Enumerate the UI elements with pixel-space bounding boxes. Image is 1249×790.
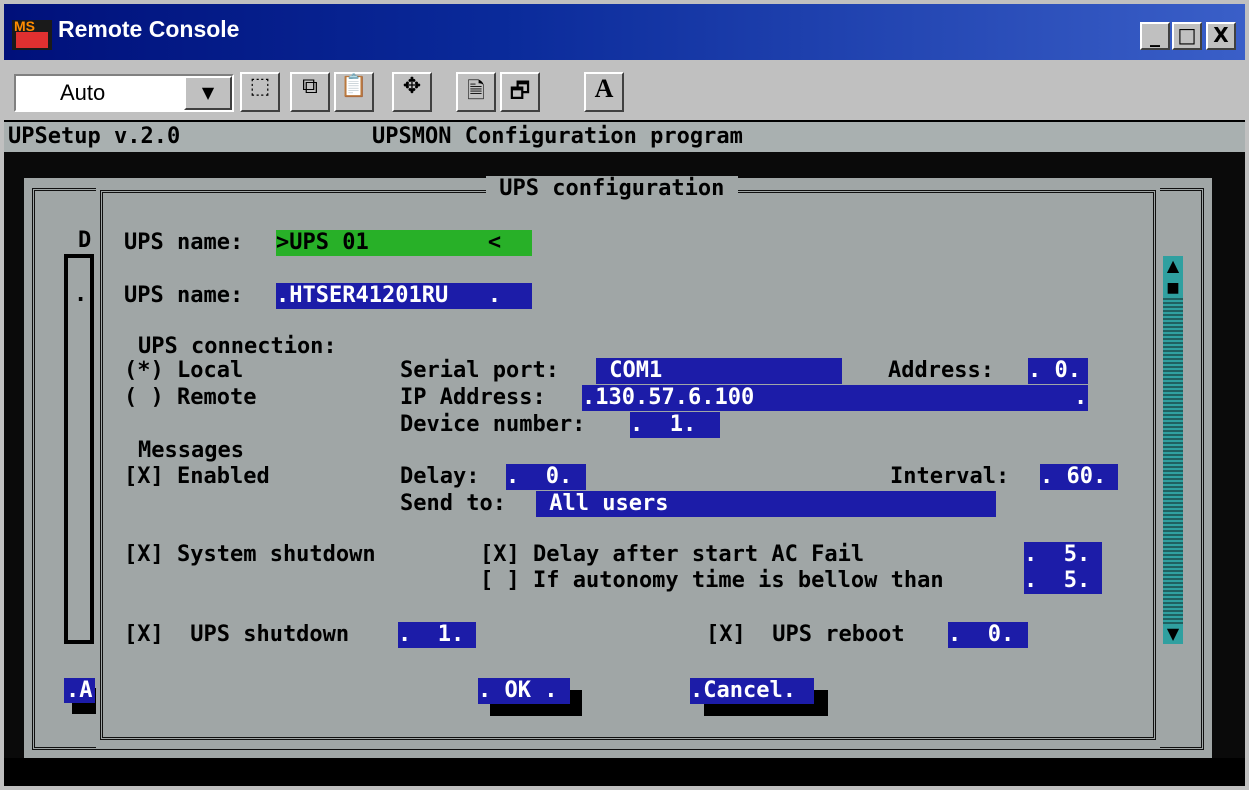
autonomy-input[interactable]: . 5. (1024, 568, 1102, 594)
autonomy-checkbox[interactable]: [ ] If autonomy time is bellow than (480, 568, 944, 593)
ip-address-input[interactable]: .130.57.6.100 (582, 385, 1088, 411)
dialog-title: UPS configuration (486, 176, 738, 201)
device-number-label: Device number: (400, 412, 586, 437)
delay-ac-fail-input[interactable]: . 5. (1024, 542, 1102, 568)
serial-port-input[interactable]: COM1 (596, 358, 842, 384)
serial-port-label: Serial port: (400, 358, 559, 383)
send-to-input[interactable]: All users (536, 491, 996, 517)
program-title: UPSMON Configuration program (372, 124, 743, 149)
scroll-up-icon[interactable]: ▲ (1163, 256, 1183, 276)
system-shutdown-checkbox[interactable]: [X] System shutdown (124, 542, 376, 567)
scroll-thumb[interactable]: ■ (1163, 278, 1183, 298)
background-button[interactable]: .A (64, 678, 95, 703)
messages-label: Messages (138, 438, 244, 463)
fullscreen-icon[interactable]: ✥ (392, 72, 432, 112)
delay-input[interactable]: . 0. (506, 464, 586, 490)
interval-input[interactable]: . 60. (1040, 464, 1118, 490)
delay-label: Delay: (400, 464, 480, 489)
delay-ac-fail-checkbox[interactable]: [X] Delay after start AC Fail (480, 542, 864, 567)
address-input[interactable]: . 0. (1028, 358, 1088, 384)
font-icon[interactable]: A (584, 72, 624, 112)
ups-name-input-2[interactable]: .HTSER41201RU . (276, 283, 532, 309)
copy-icon[interactable]: ⧉ (290, 72, 330, 112)
ups-reboot-checkbox[interactable]: [X] UPS reboot (706, 622, 905, 647)
ups-name-input-1[interactable]: >UPS 01 < (276, 230, 532, 256)
scroll-down-icon[interactable]: ▼ (1163, 624, 1183, 644)
select-icon[interactable]: ⬚ (240, 72, 280, 112)
zoom-select-value: Auto (60, 80, 106, 105)
ups-shutdown-input[interactable]: . 1. (398, 622, 476, 648)
send-to-label: Send to: (400, 491, 506, 516)
paste-icon[interactable]: 📋 (334, 72, 374, 112)
dropdown-arrow-icon[interactable]: ▼ (184, 76, 232, 110)
app-icon-block (16, 32, 48, 48)
cancel-button[interactable]: .Cancel. (690, 678, 814, 704)
ok-button[interactable]: . OK . (478, 678, 570, 704)
messages-enabled-checkbox[interactable]: [X] Enabled (124, 464, 270, 489)
window-icon[interactable]: 🗗 (500, 72, 540, 112)
window-title: Remote Console (58, 16, 240, 42)
ups-connection-label: UPS connection: (138, 334, 337, 359)
device-number-input[interactable]: . 1. (630, 412, 720, 438)
ups-shutdown-checkbox[interactable]: [X] UPS shutdown (124, 622, 349, 647)
address-label: Address: (888, 358, 994, 383)
properties-icon[interactable]: 🗎 (456, 72, 496, 112)
interval-label: Interval: (890, 464, 1010, 489)
ip-address-label: IP Address: (400, 385, 546, 410)
scrollbar-track[interactable] (1163, 256, 1183, 644)
local-radio[interactable]: (*) Local (124, 358, 243, 383)
ip-address-end: . (1074, 385, 1088, 410)
ups-name-label-2: UPS name: (124, 283, 244, 308)
minimize-button[interactable]: _ (1140, 22, 1170, 50)
remote-radio[interactable]: ( ) Remote (124, 385, 256, 410)
program-version: UPSetup v.2.0 (8, 124, 181, 149)
ups-reboot-input[interactable]: . 0. (948, 622, 1028, 648)
close-button[interactable]: X (1206, 22, 1236, 50)
background-label: D (78, 228, 92, 253)
background-list (64, 254, 94, 644)
background-list-item: . (74, 282, 88, 307)
maximize-button[interactable]: □ (1172, 22, 1202, 50)
ups-name-label-1: UPS name: (124, 230, 244, 255)
app-icon[interactable]: MS (12, 18, 52, 50)
